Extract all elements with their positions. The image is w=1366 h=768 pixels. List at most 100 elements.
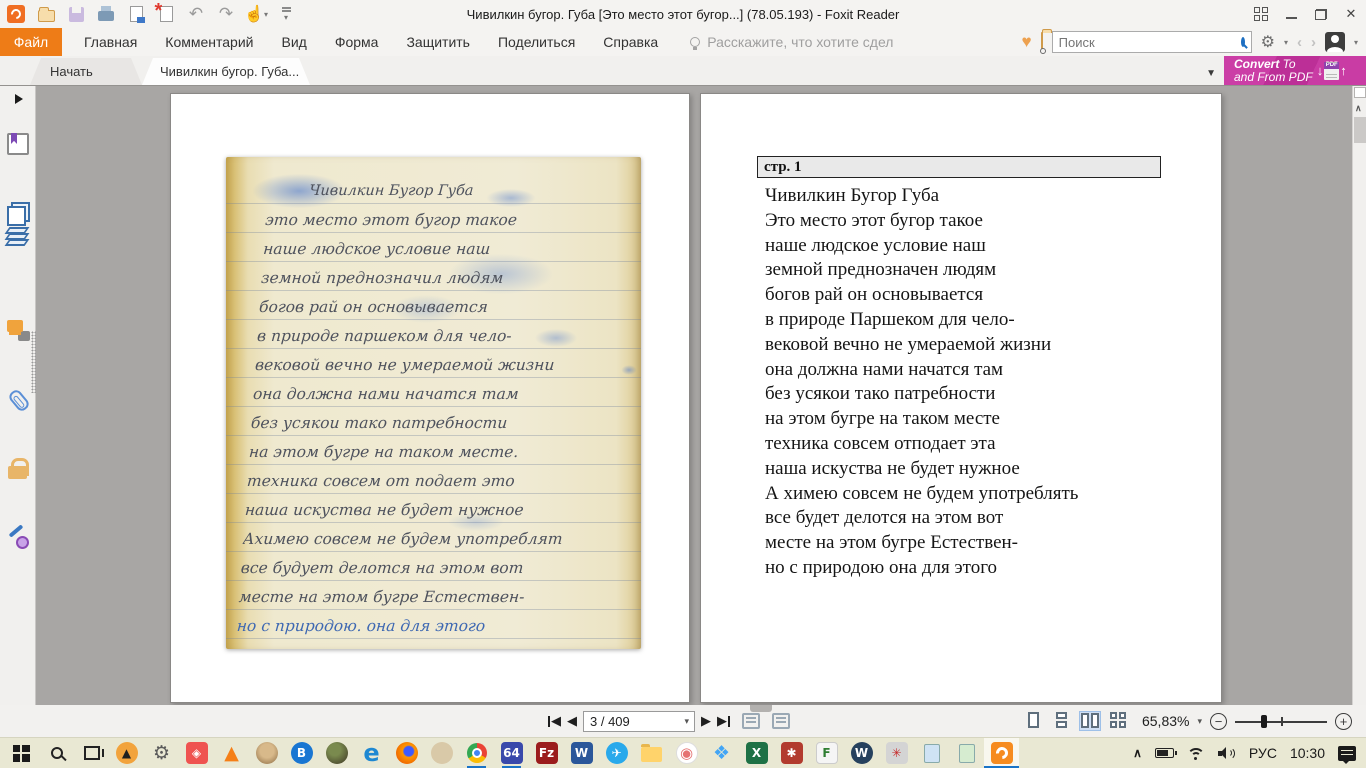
taskbar-app-orange-circle-icon[interactable]: ▲ <box>109 738 144 768</box>
page-dropdown-icon[interactable]: ▾ <box>684 716 694 727</box>
zoom-slider[interactable] <box>1235 713 1327 729</box>
tray-expand-icon[interactable]: ∧ <box>1133 746 1142 760</box>
close-button[interactable]: ✕ <box>1336 1 1366 27</box>
taskbar-start-icon[interactable] <box>4 738 39 768</box>
taskbar-app-fbe-icon[interactable]: F <box>809 738 844 768</box>
menu-item[interactable]: Справка <box>589 28 672 56</box>
taskbar-app-red-flower-icon[interactable]: ✳ <box>879 738 914 768</box>
page-number-box[interactable]: 3 / 409 ▾ <box>583 711 695 732</box>
save-icon[interactable] <box>66 4 86 24</box>
tab-list-dropdown-icon[interactable]: ▼ <box>1206 68 1216 79</box>
zoom-level[interactable]: 65,83% <box>1142 713 1189 729</box>
zoom-in-button[interactable]: + <box>1335 713 1352 730</box>
taskbar-chrome-icon[interactable] <box>459 738 494 768</box>
search-icon[interactable] <box>1241 37 1245 47</box>
menu-item[interactable]: Защитить <box>392 28 484 56</box>
volume-icon[interactable] <box>1218 747 1236 760</box>
taskbar-task-view-icon[interactable] <box>74 738 109 768</box>
vertical-scrollbar[interactable]: ∧ <box>1352 86 1366 705</box>
tab-close-icon[interactable]: ✕ <box>311 65 321 79</box>
assistant-hint[interactable]: Расскажите, что хотите сдел <box>690 34 893 50</box>
next-view-button[interactable] <box>772 713 790 729</box>
next-page-button[interactable]: ▶ <box>701 713 711 729</box>
menu-item[interactable]: Форма <box>321 28 393 56</box>
undo-icon[interactable]: ↶ <box>186 4 206 24</box>
last-page-button[interactable]: ▶ <box>717 713 730 729</box>
previous-view-button[interactable] <box>742 713 760 729</box>
taskbar-filezilla-icon[interactable]: Fz <box>529 738 564 768</box>
create-document-icon[interactable] <box>156 4 176 24</box>
redo-icon[interactable]: ↷ <box>216 4 236 24</box>
avatar-caret-icon[interactable]: ▾ <box>1354 38 1358 47</box>
zoom-out-button[interactable]: − <box>1210 713 1227 730</box>
open-folder-icon[interactable] <box>36 4 56 24</box>
layers-icon[interactable] <box>7 227 29 249</box>
avatar[interactable] <box>1325 32 1345 52</box>
menu-item[interactable]: Комментарий <box>151 28 267 56</box>
taskbar-app-64-floppy-icon[interactable]: 64 <box>494 738 529 768</box>
taskbar-word-icon[interactable]: W <box>564 738 599 768</box>
taskbar-edge-icon[interactable]: e <box>354 738 389 768</box>
restore-button[interactable] <box>1306 1 1336 27</box>
taskbar-search-icon[interactable] <box>39 738 74 768</box>
comments-icon[interactable] <box>7 320 29 342</box>
digital-signatures-icon[interactable] <box>7 527 29 549</box>
customize-toolbar-icon[interactable]: ▾ <box>276 4 296 24</box>
taskbar-vlc-icon[interactable]: ▲ <box>214 738 249 768</box>
previous-page-button[interactable]: ◀ <box>567 713 577 729</box>
menu-item[interactable]: Вид <box>267 28 320 56</box>
taskbar-firefox-icon[interactable] <box>389 738 424 768</box>
notification-center-icon[interactable] <box>1338 746 1356 761</box>
taskbar-app-w-circle-icon[interactable]: W <box>844 738 879 768</box>
taskbar-notepad-green-icon[interactable] <box>949 738 984 768</box>
taskbar-telegram-icon[interactable]: ✈ <box>599 738 634 768</box>
folder-search-icon[interactable] <box>1041 33 1043 51</box>
attachments-icon[interactable] <box>3 385 34 416</box>
search-input[interactable] <box>1053 35 1241 50</box>
taskbar-file-explorer-icon[interactable] <box>634 738 669 768</box>
minimize-button[interactable] <box>1276 1 1306 27</box>
convert-pdf-banner[interactable]: Convert To and From PDF ↓ PDF ↑ <box>1224 56 1366 85</box>
heart-icon[interactable]: ♥ <box>1022 32 1032 52</box>
taskbar-app-beige-icon[interactable] <box>424 738 459 768</box>
menu-file[interactable]: Файл <box>0 28 62 56</box>
page-thumbnails-icon[interactable] <box>7 202 29 224</box>
taskbar-app-red-puzzle-icon[interactable]: ✱ <box>774 738 809 768</box>
hand-tool-icon[interactable]: ☝▾ <box>246 4 266 24</box>
gear-icon[interactable]: ⚙ <box>1261 32 1275 52</box>
zoom-slider-thumb[interactable] <box>1261 715 1267 728</box>
gear-caret-icon[interactable]: ▾ <box>1284 38 1288 47</box>
view-mode-continuous-facing[interactable] <box>1108 712 1128 730</box>
taskbar-notepad-blue-icon[interactable] <box>914 738 949 768</box>
clock[interactable]: 10:30 <box>1290 745 1325 761</box>
menu-item[interactable]: Поделиться <box>484 28 589 56</box>
tab-start[interactable]: Начать <box>30 58 142 85</box>
taskbar-app-dark-sphere-icon[interactable] <box>319 738 354 768</box>
battery-icon[interactable] <box>1155 748 1174 758</box>
taskbar-bluetooth-icon[interactable]: B <box>284 738 319 768</box>
zoom-dropdown-icon[interactable]: ▾ <box>1197 716 1202 727</box>
taskbar-app-spiral-icon[interactable]: ◉ <box>669 738 704 768</box>
expand-panel-arrow-icon[interactable] <box>15 94 23 104</box>
scroll-up-icon[interactable]: ∧ <box>1355 103 1362 114</box>
foxit-logo-icon[interactable] <box>6 4 26 24</box>
security-icon[interactable] <box>7 458 29 480</box>
language-indicator[interactable]: РУС <box>1249 745 1277 761</box>
taskbar-app-hamster-icon[interactable] <box>249 738 284 768</box>
print-icon[interactable] <box>96 4 116 24</box>
view-mode-facing[interactable] <box>1080 712 1100 730</box>
wifi-icon[interactable] <box>1187 747 1205 760</box>
layout-grid-button[interactable] <box>1246 1 1276 27</box>
tab-document-active[interactable]: Чивилкин бугор. Губа... ✕ <box>142 58 310 85</box>
view-mode-single-page[interactable] <box>1024 712 1044 730</box>
taskbar-foxit-reader-icon[interactable] <box>984 738 1019 768</box>
taskbar-excel-icon[interactable]: X <box>739 738 774 768</box>
taskbar-app-crystals-icon[interactable]: ❖ <box>704 738 739 768</box>
taskbar-app-red-diamond-icon[interactable]: ◈ <box>179 738 214 768</box>
back-chevron-icon[interactable]: ‹ <box>1297 34 1302 51</box>
scrollbar-thumb[interactable] <box>1354 117 1366 143</box>
view-mode-continuous[interactable] <box>1052 712 1072 730</box>
sidebar-splitter[interactable] <box>31 331 36 393</box>
taskbar-settings-icon[interactable]: ⚙ <box>144 738 179 768</box>
email-document-icon[interactable] <box>126 4 146 24</box>
